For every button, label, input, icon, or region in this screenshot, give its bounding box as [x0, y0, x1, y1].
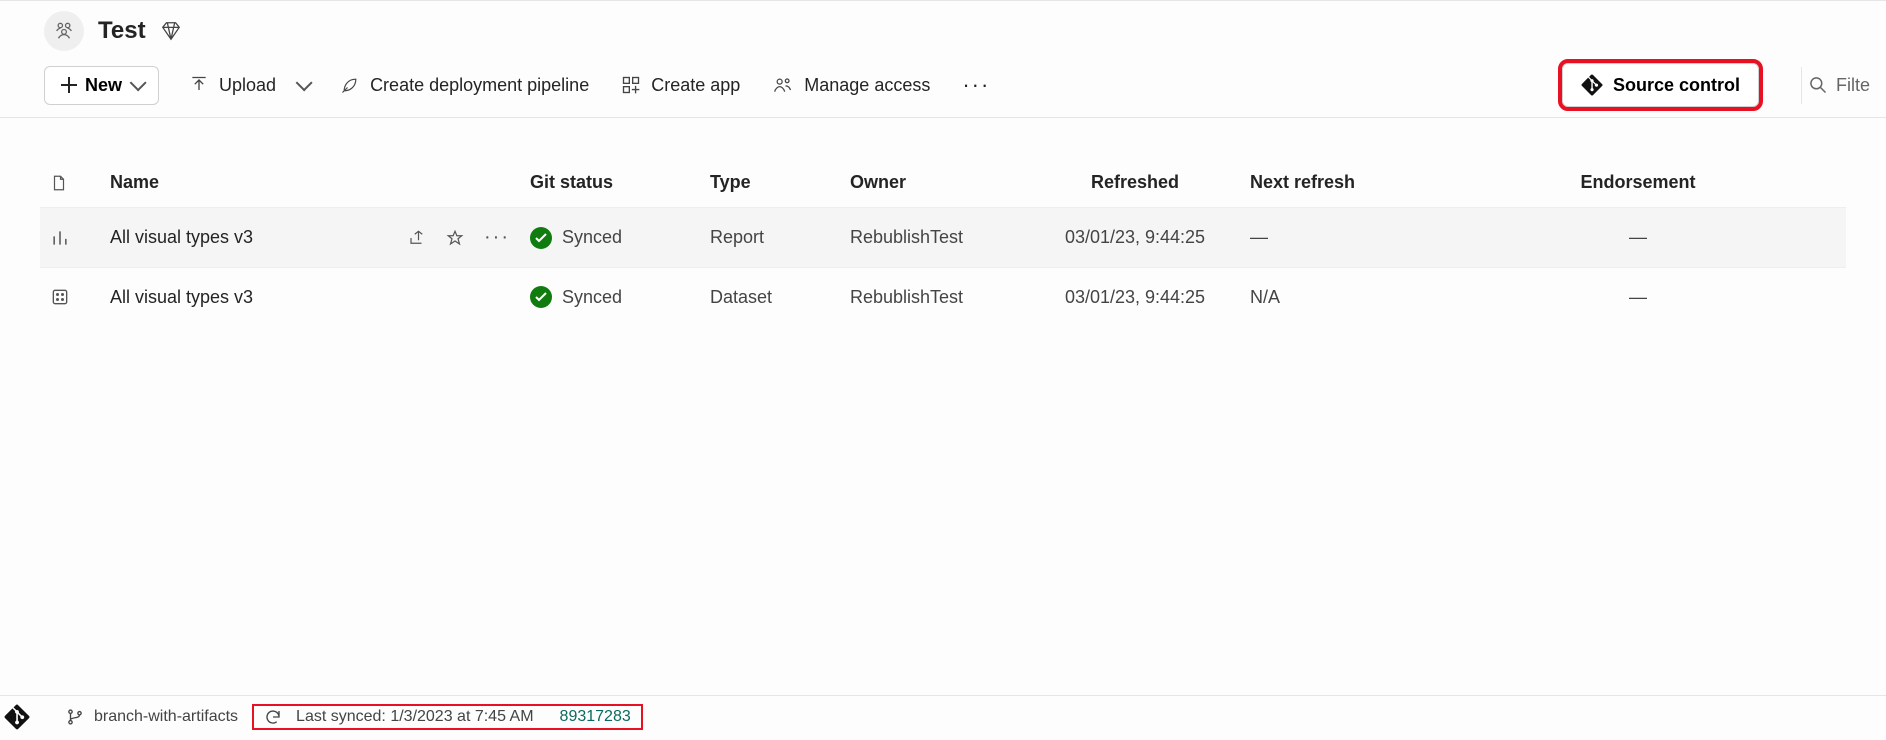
app-grid-icon — [621, 75, 641, 95]
people-icon — [772, 75, 794, 95]
manage-access-label: Manage access — [804, 75, 930, 96]
git-status: Synced — [562, 227, 622, 248]
premium-diamond-icon — [160, 20, 182, 42]
item-next-refresh: — — [1240, 208, 1430, 268]
plus-icon — [61, 77, 77, 93]
last-synced-text: Last synced: 1/3/2023 at 7:45 AM — [296, 708, 534, 726]
source-control-button[interactable]: Source control — [1562, 63, 1759, 107]
more-menu[interactable]: ··· — [960, 68, 992, 102]
new-button[interactable]: New — [44, 66, 159, 105]
col-header-git[interactable]: Git status — [520, 158, 670, 208]
manage-access-button[interactable]: Manage access — [770, 71, 932, 100]
col-header-name[interactable]: Name — [100, 158, 520, 208]
new-button-label: New — [85, 75, 122, 96]
branch-icon — [66, 708, 84, 726]
col-header-type[interactable]: Type — [670, 158, 840, 208]
table-row[interactable]: All visual types v3 — [40, 208, 1846, 268]
more-icon[interactable]: ··· — [484, 226, 510, 249]
chevron-down-icon — [130, 74, 147, 91]
git-status: Synced — [562, 287, 622, 308]
col-header-owner[interactable]: Owner — [840, 158, 1030, 208]
item-name: All visual types v3 — [110, 227, 396, 248]
col-header-refreshed[interactable]: Refreshed — [1030, 158, 1240, 208]
item-type: Report — [670, 208, 840, 268]
upload-icon — [189, 75, 209, 95]
item-name: All visual types v3 — [110, 287, 510, 308]
item-next-refresh: N/A — [1240, 268, 1430, 327]
col-header-next[interactable]: Next refresh — [1240, 158, 1430, 208]
col-header-typeicon[interactable] — [40, 158, 100, 208]
search-icon — [1808, 75, 1828, 95]
branch-name: branch-with-artifacts — [94, 708, 238, 726]
git-status-bar: branch-with-artifacts Last synced: 1/3/2… — [0, 695, 1886, 740]
upload-button[interactable]: Upload — [187, 71, 310, 100]
items-table: Name Git status Type Owner Refreshed Nex… — [40, 158, 1846, 326]
git-icon — [4, 704, 30, 730]
table-row[interactable]: All visual types v3 Synced Dataset Rebub… — [40, 268, 1846, 327]
favorite-icon[interactable] — [446, 229, 464, 247]
people-icon — [53, 20, 75, 42]
workspace-title: Test — [98, 17, 146, 45]
dataset-icon — [50, 287, 70, 307]
synced-check-icon — [530, 286, 552, 308]
create-app-label: Create app — [651, 75, 740, 96]
content-area: Name Git status Type Owner Refreshed Nex… — [0, 118, 1886, 695]
ellipsis-icon: ··· — [962, 72, 990, 98]
filter-placeholder: Filte — [1836, 75, 1870, 96]
col-header-endorsement[interactable]: Endorsement — [1430, 158, 1846, 208]
commit-link[interactable]: 89317283 — [560, 708, 631, 726]
workspace-header: Test — [0, 0, 1886, 55]
item-owner: RebublishTest — [840, 268, 1030, 327]
source-control-label: Source control — [1613, 75, 1740, 96]
file-icon — [50, 173, 68, 193]
item-endorsement: — — [1430, 268, 1846, 327]
git-icon — [1581, 74, 1603, 96]
rocket-icon — [340, 75, 360, 95]
synced-check-icon — [530, 227, 552, 249]
chevron-down-icon — [296, 74, 313, 91]
item-type: Dataset — [670, 268, 840, 327]
report-icon — [50, 228, 70, 248]
create-pipeline-label: Create deployment pipeline — [370, 75, 589, 96]
item-refreshed: 03/01/23, 9:44:25 — [1030, 268, 1240, 327]
create-app-button[interactable]: Create app — [619, 71, 742, 100]
branch-indicator[interactable]: branch-with-artifacts — [66, 708, 238, 726]
filter-input[interactable]: Filte — [1801, 67, 1876, 104]
item-owner: RebublishTest — [840, 208, 1030, 268]
upload-label: Upload — [219, 75, 276, 96]
item-endorsement: — — [1430, 208, 1846, 268]
toolbar: New Upload Create deployment pipeline Cr… — [0, 55, 1886, 118]
workspace-avatar — [44, 11, 84, 51]
sync-icon[interactable] — [264, 708, 282, 726]
share-icon[interactable] — [408, 229, 426, 247]
create-pipeline-button[interactable]: Create deployment pipeline — [338, 71, 591, 100]
item-refreshed: 03/01/23, 9:44:25 — [1030, 208, 1240, 268]
sync-status-box: Last synced: 1/3/2023 at 7:45 AM 8931728… — [254, 706, 641, 728]
